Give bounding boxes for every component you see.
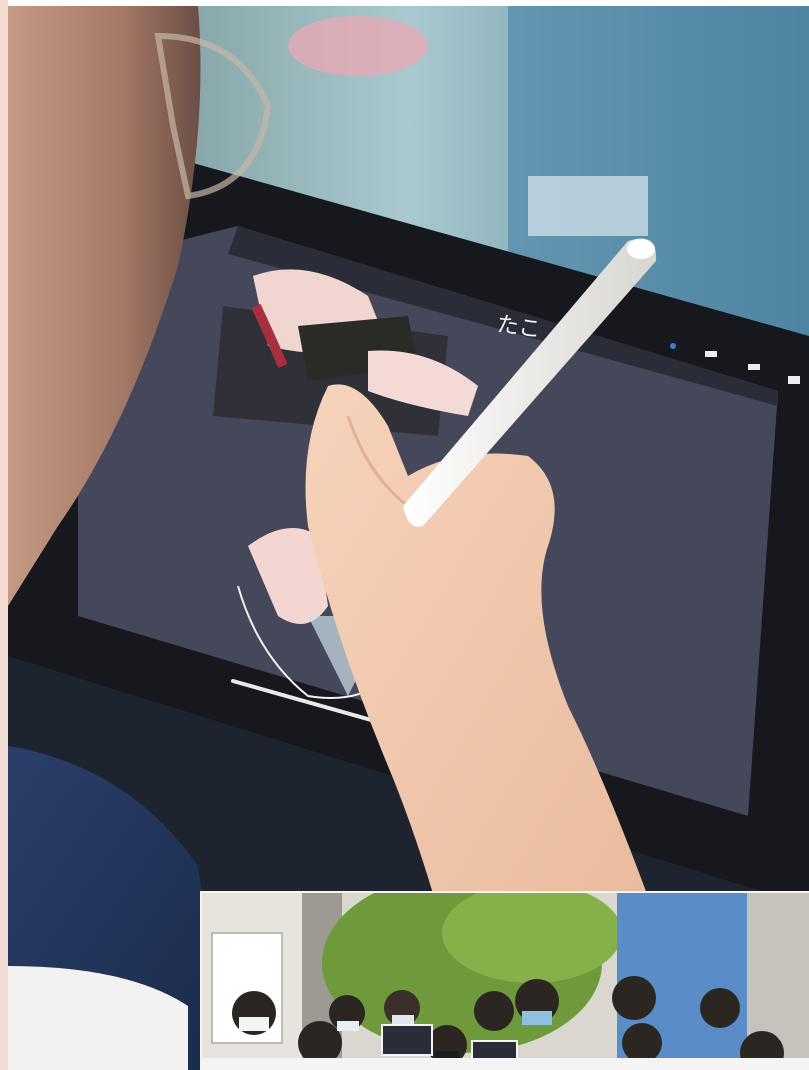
toolbar-icon-layers — [788, 376, 800, 384]
toolbar-icon-brush — [670, 343, 676, 349]
light-reflection — [528, 176, 648, 236]
toolbar-icon-smudge — [705, 351, 717, 357]
pink-object — [288, 16, 428, 76]
stylus-tip-cap — [627, 239, 655, 259]
photo-collage: たこ — [0, 0, 809, 1070]
inset-photo-group — [200, 891, 809, 1070]
inset-photo-illustration — [202, 893, 809, 1070]
toolbar-icon-eraser — [748, 364, 760, 370]
